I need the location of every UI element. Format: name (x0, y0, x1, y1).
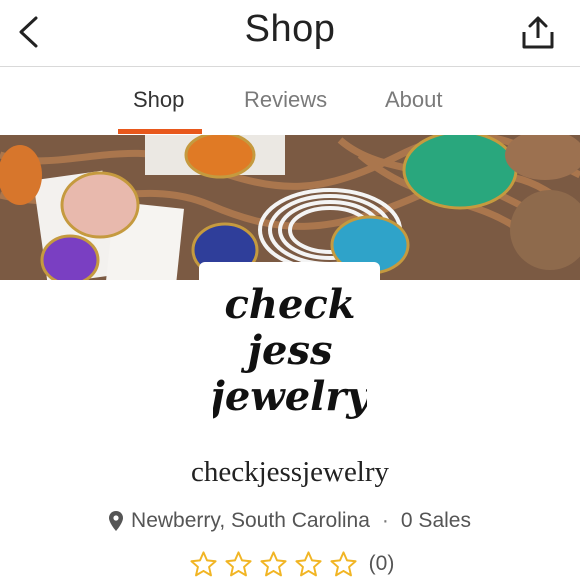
share-button[interactable] (518, 12, 558, 52)
page-title: Shop (244, 8, 336, 50)
star-outline-icon (260, 550, 287, 576)
location-pin-icon (109, 511, 124, 531)
shop-tabs: Shop Reviews About (0, 67, 580, 135)
sales-count: 0 Sales (400, 509, 471, 532)
shop-location: Newberry, South Carolina (131, 509, 370, 532)
shop-logo: check jess jewelry (199, 262, 380, 442)
review-count: (0) (368, 552, 395, 575)
tab-shop[interactable]: Shop (133, 87, 184, 113)
shop-name: checkjessjewelry (190, 456, 390, 488)
shop-banner-image (0, 135, 580, 280)
share-icon (522, 16, 554, 49)
logo-line-3: jewelry (213, 373, 367, 420)
shop-rating[interactable]: (0) (0, 548, 580, 580)
star-outline-icon (225, 550, 252, 576)
tab-reviews[interactable]: Reviews (244, 87, 327, 113)
tab-about[interactable]: About (385, 87, 443, 113)
star-outline-icon (330, 550, 357, 576)
active-tab-indicator (118, 129, 202, 134)
meta-separator: · (381, 509, 389, 532)
shop-meta: Newberry, South Carolina · 0 Sales (0, 508, 580, 534)
star-outline-icon (190, 550, 217, 576)
logo-line-1: check (225, 281, 356, 328)
star-outline-icon (295, 550, 322, 576)
top-app-bar: Shop (0, 0, 580, 67)
logo-line-2: jess (241, 327, 333, 374)
shop-logo-art: check jess jewelry (213, 281, 367, 420)
